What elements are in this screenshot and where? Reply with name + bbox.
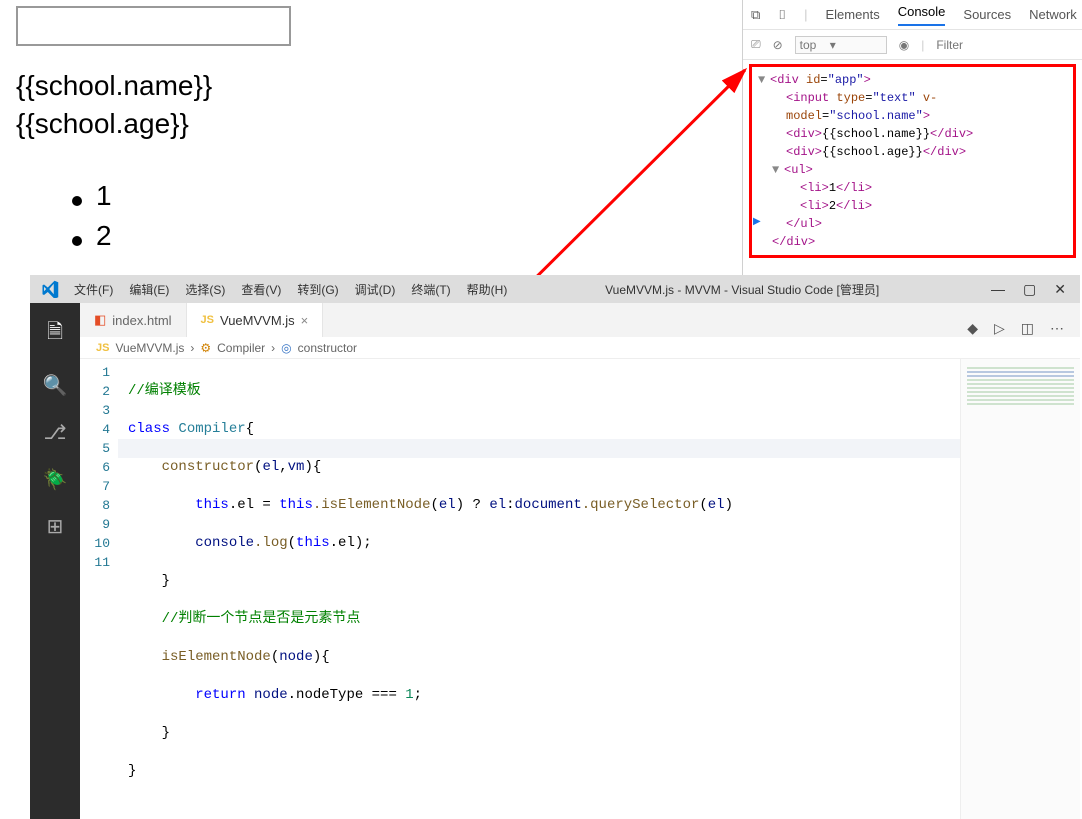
menu-terminal[interactable]: 终端(T): [411, 281, 450, 298]
vscode-logo-icon: [36, 275, 64, 303]
devtools-panel: ⧉ ⌷ | Elements Console Sources Network ⎚…: [742, 0, 1082, 275]
vscode-window: 文件(F) 编辑(E) 选择(S) 查看(V) 转到(G) 调试(D) 终端(T…: [30, 275, 1080, 573]
list-item: 1: [96, 180, 112, 212]
js-icon: JS: [201, 314, 214, 326]
menu-help[interactable]: 帮助(H): [467, 281, 508, 298]
devtools-filterbar: ⎚ ⊘ top ▾ ◉ |: [743, 30, 1082, 60]
console-output: ▼<div id="app"> <input type="text" v-mod…: [749, 64, 1076, 258]
menu-select[interactable]: 选择(S): [185, 281, 225, 298]
close-tab-icon[interactable]: ×: [301, 313, 309, 328]
school-name-input[interactable]: [16, 6, 291, 46]
menu-file[interactable]: 文件(F): [74, 281, 113, 298]
eye-icon[interactable]: ◉: [899, 38, 909, 52]
editor-tabs: ◧ index.html JS VueMVVM.js × ◆ ▷ ◫ ⋯: [80, 303, 1080, 337]
rendered-page: {{school.name}} {{school.age}} 1 2: [0, 0, 740, 275]
devtools-tabs: ⧉ ⌷ | Elements Console Sources Network: [743, 0, 1082, 30]
extensions-icon[interactable]: ⊞: [47, 514, 64, 539]
scm-icon[interactable]: ⎇: [43, 420, 66, 445]
bullet-icon: [72, 236, 82, 246]
breadcrumb[interactable]: JS VueMVVM.js › ⚙ Compiler › ◎ construct…: [80, 337, 1080, 359]
tab-index-html[interactable]: ◧ index.html: [80, 303, 187, 337]
run-icon[interactable]: ▷: [994, 320, 1005, 337]
code-editor[interactable]: 123 456 789 1011 //编译模板 class Compiler{ …: [80, 359, 1080, 819]
code-area[interactable]: //编译模板 class Compiler{ constructor(el,vm…: [118, 359, 960, 819]
minimap[interactable]: [960, 359, 1080, 819]
compare-icon[interactable]: ◆: [967, 320, 978, 337]
more-icon[interactable]: ⋯: [1050, 320, 1064, 337]
minimize-button[interactable]: —: [991, 281, 1005, 298]
caret-icon: ▶: [753, 216, 761, 227]
tab-network[interactable]: Network: [1029, 7, 1077, 22]
tab-sources[interactable]: Sources: [963, 7, 1011, 22]
menu-debug[interactable]: 调试(D): [355, 281, 396, 298]
tab-console[interactable]: Console: [898, 4, 946, 26]
console-sidebar-icon[interactable]: ⎚: [751, 37, 761, 52]
explorer-icon[interactable]: 🗎: [47, 317, 63, 351]
js-icon: JS: [96, 342, 109, 354]
bullet-icon: [72, 196, 82, 206]
method-icon: ◎: [281, 341, 291, 355]
vscode-titlebar: 文件(F) 编辑(E) 选择(S) 查看(V) 转到(G) 调试(D) 终端(T…: [30, 275, 1080, 303]
device-icon[interactable]: ⌷: [778, 7, 786, 23]
clear-console-icon[interactable]: ⊘: [773, 38, 783, 52]
menu-goto[interactable]: 转到(G): [297, 281, 338, 298]
filter-input[interactable]: [936, 38, 1006, 52]
context-select[interactable]: top ▾: [795, 36, 887, 54]
menu-edit[interactable]: 编辑(E): [129, 281, 169, 298]
vscode-menu: 文件(F) 编辑(E) 选择(S) 查看(V) 转到(G) 调试(D) 终端(T…: [70, 281, 507, 298]
tab-elements[interactable]: Elements: [826, 7, 880, 22]
menu-view[interactable]: 查看(V): [241, 281, 281, 298]
search-icon[interactable]: 🔍: [43, 373, 68, 398]
tab-vuemvvm-js[interactable]: JS VueMVVM.js ×: [187, 303, 324, 337]
school-age-text: {{school.age}}: [16, 108, 189, 140]
list-item: 2: [96, 220, 112, 252]
activity-bar: 🗎 🔍 ⎇ 🪲 ⊞: [30, 303, 80, 819]
school-name-text: {{school.name}}: [16, 70, 212, 102]
close-button[interactable]: ✕: [1054, 281, 1066, 298]
inspect-icon[interactable]: ⧉: [751, 7, 760, 23]
debug-icon[interactable]: 🪲: [43, 467, 68, 492]
class-icon: ⚙: [200, 341, 211, 355]
html-icon: ◧: [94, 312, 106, 328]
split-icon[interactable]: ◫: [1021, 320, 1034, 337]
window-title: VueMVVM.js - MVVM - Visual Studio Code […: [507, 281, 977, 298]
line-gutter: 123 456 789 1011: [80, 359, 118, 819]
maximize-button[interactable]: ▢: [1023, 281, 1036, 298]
current-line-highlight: [118, 439, 1080, 458]
